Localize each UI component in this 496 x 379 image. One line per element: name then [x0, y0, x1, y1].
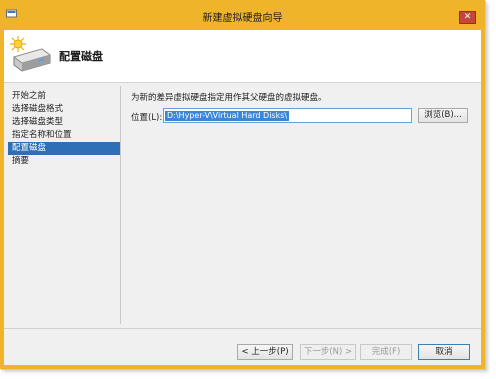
previous-button[interactable]: < 上一步(P): [237, 344, 293, 360]
wizard-window: 新建虚拟硬盘向导 ✕ 配置磁盘 开始之前 选择磁盘格式 选择磁盘类型 指定名称和…: [0, 0, 485, 369]
window-title: 新建虚拟硬盘向导: [202, 13, 283, 24]
nav-item-before-you-begin[interactable]: 开始之前: [8, 90, 120, 103]
location-input[interactable]: D:\Hyper-V\Virtual Hard Disks\: [163, 108, 412, 123]
main-panel: 为新的差异虚拟硬盘指定用作其父硬盘的虚拟硬盘。 位置(L): D:\Hyper-…: [131, 91, 476, 123]
close-icon: ✕: [463, 12, 472, 22]
wizard-header: 配置磁盘: [4, 30, 481, 83]
nav-item-name-location[interactable]: 指定名称和位置: [8, 129, 120, 142]
nav-item-configure-disk[interactable]: 配置磁盘: [8, 142, 120, 155]
cancel-button[interactable]: 取消: [418, 344, 470, 360]
close-button[interactable]: ✕: [459, 11, 476, 24]
location-value: D:\Hyper-V\Virtual Hard Disks\: [165, 111, 290, 121]
footer-divider: [4, 328, 481, 329]
page-title: 配置磁盘: [59, 50, 103, 63]
next-button[interactable]: 下一步(N) >: [300, 344, 356, 360]
location-label: 位置(L):: [131, 113, 163, 123]
nav-item-choose-format[interactable]: 选择磁盘格式: [8, 103, 120, 116]
instruction-text: 为新的差异虚拟硬盘指定用作其父硬盘的虚拟硬盘。: [131, 93, 327, 103]
browse-button[interactable]: 浏览(B)...: [418, 108, 468, 123]
disk-sparkle-icon: [10, 36, 51, 72]
nav-divider: [120, 86, 121, 324]
nav-item-summary[interactable]: 摘要: [8, 155, 120, 168]
wizard-client-area: 配置磁盘 开始之前 选择磁盘格式 选择磁盘类型 指定名称和位置 配置磁盘 摘要 …: [4, 30, 481, 365]
location-row: 位置(L): D:\Hyper-V\Virtual Hard Disks\ 浏览…: [131, 108, 476, 124]
finish-button[interactable]: 完成(F): [360, 344, 412, 360]
wizard-steps-nav: 开始之前 选择磁盘格式 选择磁盘类型 指定名称和位置 配置磁盘 摘要: [8, 90, 120, 168]
title-bar[interactable]: 新建虚拟硬盘向导 ✕: [0, 0, 485, 30]
nav-item-choose-type[interactable]: 选择磁盘类型: [8, 116, 120, 129]
